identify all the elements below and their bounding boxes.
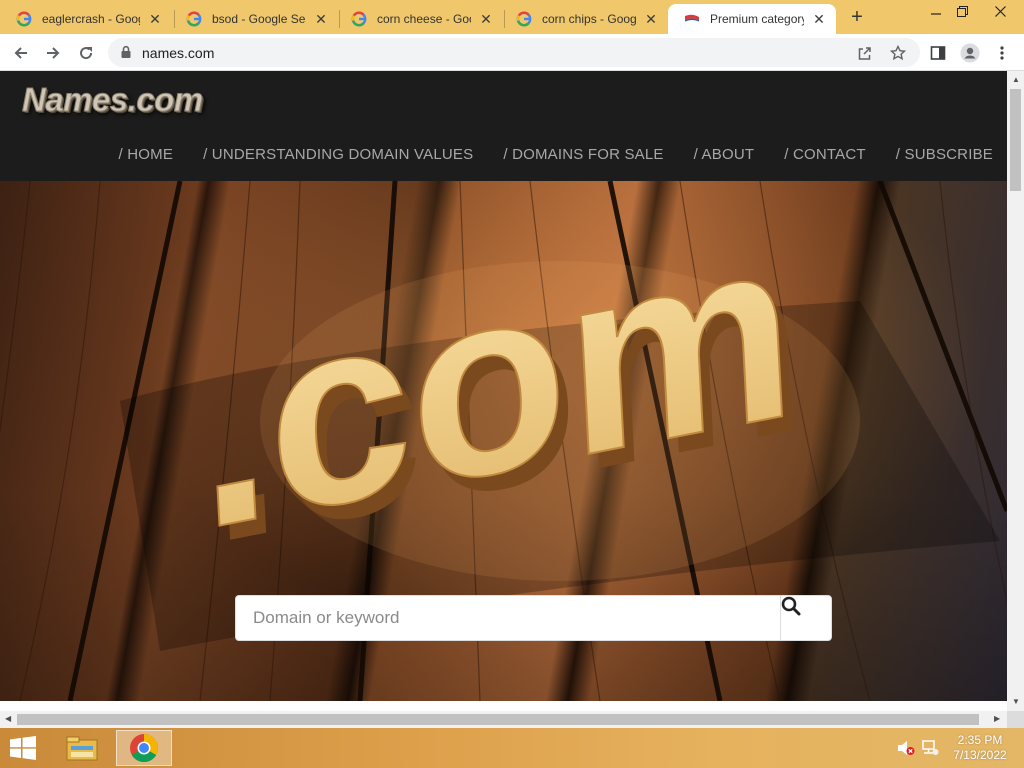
nav-subscribe[interactable]: / SUBSCRIBE	[896, 146, 993, 163]
profile-button[interactable]	[957, 40, 983, 66]
nav-home[interactable]: / HOME	[119, 146, 174, 163]
share-icon	[858, 47, 871, 60]
system-clock[interactable]: 2:35 PM 7/13/2022	[948, 733, 1012, 763]
hero-banner: .com .com	[0, 181, 1007, 701]
restore-icon	[956, 5, 968, 17]
tab-eaglercrash[interactable]: eaglercrash - Goog ✕	[0, 4, 172, 34]
share-button[interactable]	[856, 44, 874, 62]
reload-icon	[80, 47, 93, 60]
browser-toolbar: names.com	[0, 34, 1024, 71]
clock-time: 2:35 PM	[957, 733, 1003, 747]
windows-taskbar: 2:35 PM 7/13/2022	[0, 728, 1024, 768]
vertical-scrollbar[interactable]: ▲ ▼	[1007, 71, 1024, 711]
scroll-left-arrow-icon[interactable]: ◀	[5, 714, 11, 723]
tab-label: corn cheese - Goo	[377, 12, 471, 26]
close-window-button[interactable]	[980, 0, 1020, 22]
restore-window-button[interactable]	[946, 0, 978, 22]
windows-start-icon[interactable]	[8, 736, 38, 760]
close-tab-icon[interactable]: ✕	[477, 10, 495, 28]
profile-avatar-icon	[960, 43, 980, 63]
search-button[interactable]	[780, 596, 831, 640]
clock-date: 7/13/2022	[953, 748, 1007, 762]
hero-text: .com	[190, 181, 801, 585]
close-tab-icon[interactable]: ✕	[642, 10, 660, 28]
domain-search-input[interactable]	[236, 596, 781, 640]
file-explorer-icon	[66, 736, 98, 761]
back-button[interactable]	[8, 40, 34, 66]
side-panel-button[interactable]	[925, 40, 951, 66]
close-icon	[994, 5, 1006, 17]
close-tab-icon[interactable]: ✕	[312, 10, 330, 28]
tab-label: corn chips - Googl	[542, 12, 636, 26]
main-nav: / HOME / UNDERSTANDING DOMAIN VALUES / D…	[89, 146, 993, 163]
scroll-up-arrow-icon[interactable]: ▲	[1012, 75, 1020, 84]
new-tab-button[interactable]: +	[846, 6, 868, 28]
horizontal-scrollbar[interactable]: ◀ ▶	[0, 711, 1007, 728]
site-header: Names.com / HOME / UNDERSTANDING DOMAIN …	[0, 71, 1007, 181]
scroll-down-arrow-icon[interactable]: ▼	[1012, 697, 1020, 706]
search-icon	[781, 596, 801, 616]
tab-label: eaglercrash - Goog	[42, 12, 140, 26]
page-viewport: Names.com / HOME / UNDERSTANDING DOMAIN …	[0, 71, 1007, 701]
nav-contact[interactable]: / CONTACT	[784, 146, 866, 163]
browser-menu-button[interactable]	[989, 40, 1015, 66]
taskbar-file-explorer[interactable]	[56, 730, 108, 766]
star-icon	[890, 45, 906, 61]
network-icon[interactable]	[921, 740, 939, 756]
site-logo[interactable]: Names.com	[22, 81, 204, 119]
taskbar-chrome[interactable]	[116, 730, 172, 766]
address-bar[interactable]: names.com	[108, 38, 920, 67]
forward-arrow-icon	[47, 47, 60, 59]
side-panel-icon	[930, 46, 946, 60]
close-tab-icon[interactable]: ✕	[810, 10, 828, 28]
volume-muted-icon[interactable]	[897, 740, 915, 756]
tab-corn-chips[interactable]: corn chips - Googl ✕	[500, 4, 668, 34]
google-icon	[16, 11, 32, 27]
scroll-right-arrow-icon[interactable]: ▶	[994, 714, 1000, 723]
tab-premium-category[interactable]: Premium category ✕	[668, 4, 836, 34]
minimize-icon	[931, 13, 941, 15]
back-arrow-icon	[14, 47, 27, 59]
nav-about[interactable]: / ABOUT	[694, 146, 755, 163]
chrome-icon	[130, 734, 158, 762]
nav-domains-for-sale[interactable]: / DOMAINS FOR SALE	[503, 146, 663, 163]
close-tab-icon[interactable]: ✕	[146, 10, 164, 28]
vertical-scroll-thumb[interactable]	[1010, 89, 1021, 191]
names-flag-icon	[685, 14, 699, 22]
tab-label: bsod - Google Sea	[212, 12, 306, 26]
domain-search-form	[235, 595, 832, 641]
lock-icon[interactable]	[120, 45, 132, 59]
forward-button[interactable]	[40, 40, 66, 66]
horizontal-scroll-thumb[interactable]	[17, 714, 979, 725]
scrollbar-corner	[1007, 711, 1024, 728]
tab-bsod[interactable]: bsod - Google Sea ✕	[170, 4, 338, 34]
google-icon	[351, 11, 367, 27]
tab-label: Premium category	[710, 12, 804, 26]
bookmark-button[interactable]	[889, 44, 907, 62]
tab-corn-cheese[interactable]: corn cheese - Goo ✕	[335, 4, 503, 34]
reload-button[interactable]	[73, 40, 99, 66]
google-icon	[516, 11, 532, 27]
nav-understanding-domain-values[interactable]: / UNDERSTANDING DOMAIN VALUES	[203, 146, 473, 163]
google-icon	[186, 11, 202, 27]
browser-tab-strip: eaglercrash - Goog ✕ bsod - Google Sea ✕…	[0, 0, 1024, 34]
more-vert-icon	[1000, 46, 1004, 60]
url-text: names.com	[142, 45, 215, 61]
